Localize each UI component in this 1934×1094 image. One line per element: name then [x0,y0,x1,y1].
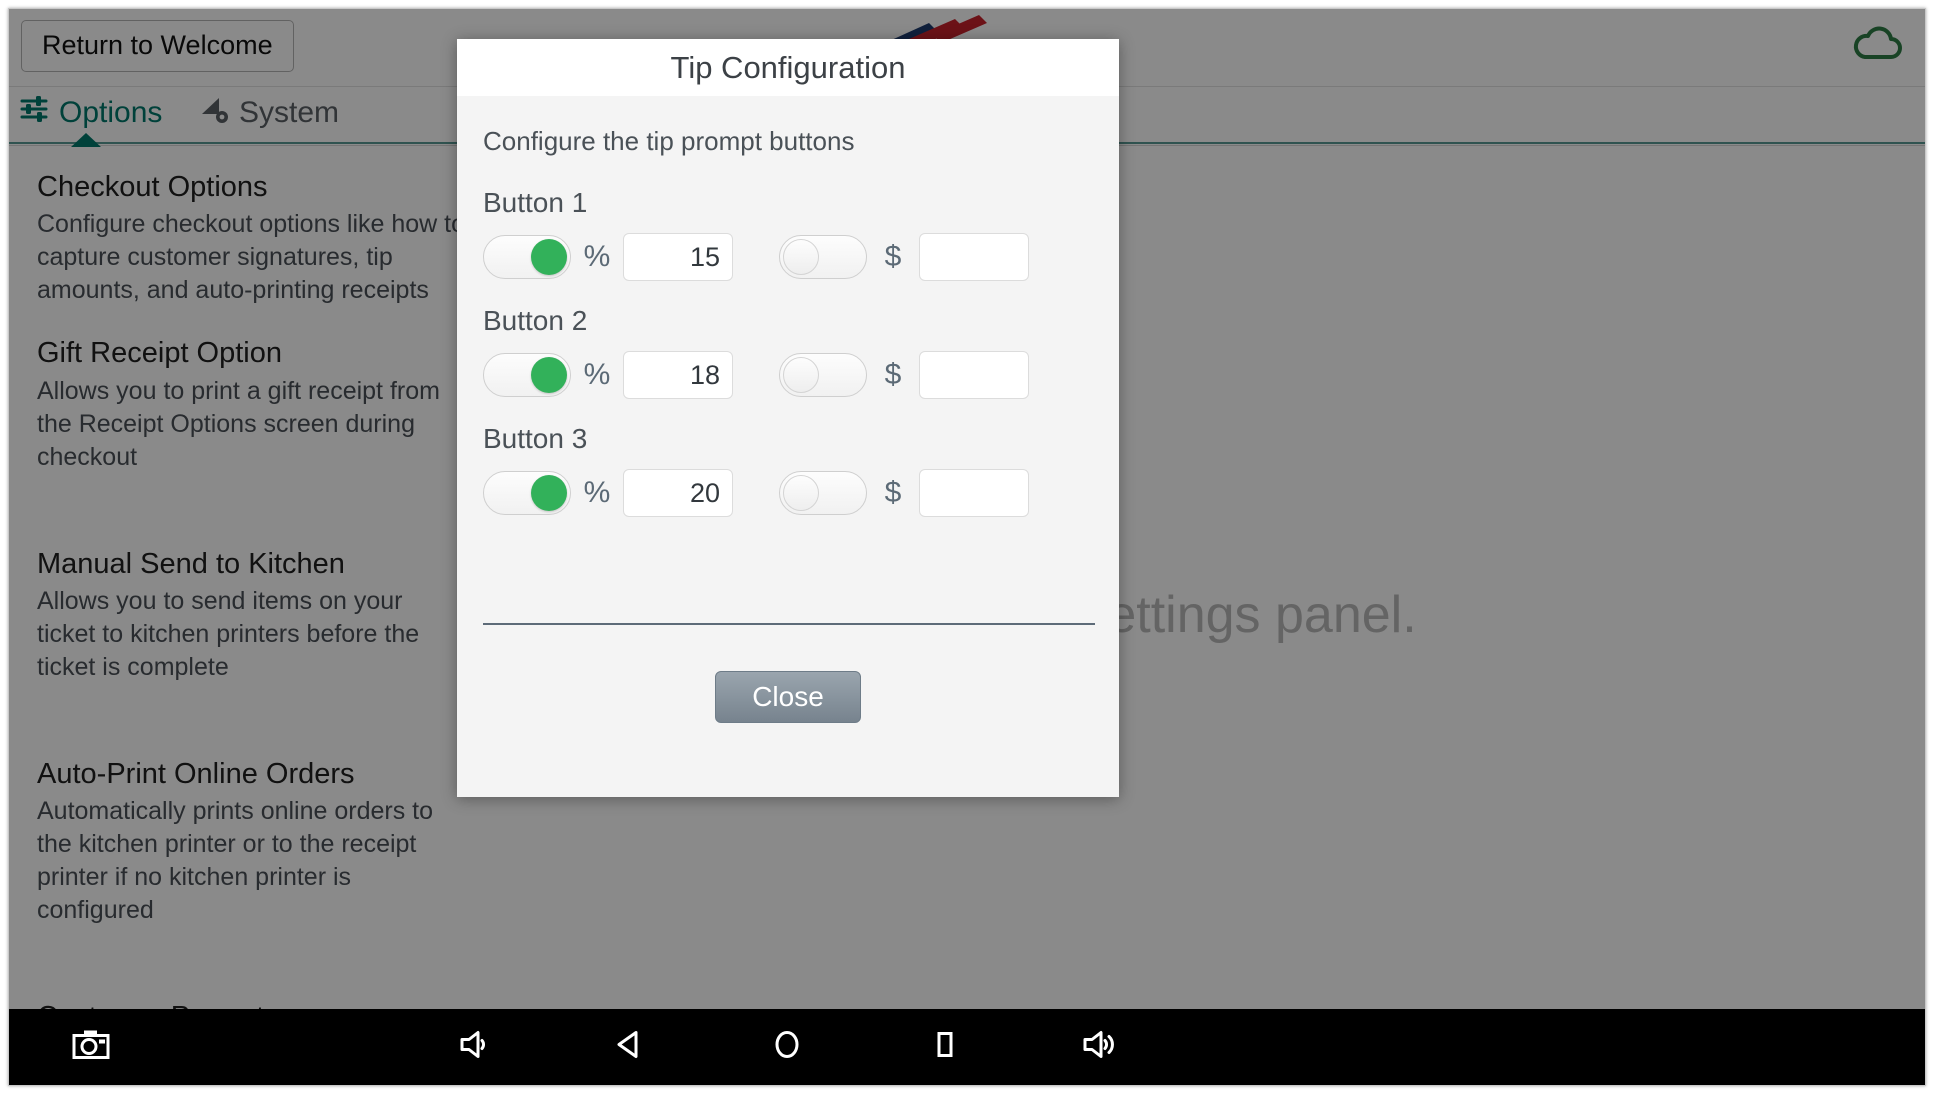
tip-2-percent-input[interactable]: 18 [623,351,733,399]
dollar-symbol: $ [884,358,902,391]
tip-3-percent-toggle[interactable] [483,471,571,515]
cloud-icon[interactable] [1851,23,1905,65]
tab-system[interactable]: System [199,94,339,132]
close-button[interactable]: Close [715,671,861,723]
percent-symbol: % [583,240,611,273]
tip-3-dollar-input[interactable] [919,469,1029,517]
dollar-symbol: $ [884,240,902,273]
volume-up-icon[interactable] [1079,1029,1119,1066]
dialog-divider [483,623,1095,625]
back-icon[interactable] [613,1029,645,1066]
screen-root: Return to Welcome Options System Checkou… [0,0,1934,1094]
sliders-icon [19,94,49,132]
tip-button-3-label: Button 3 [483,423,588,454]
tab-system-label: System [239,96,340,129]
tip-button-1-row: % 15 $ [483,233,1093,281]
toggle-knob [531,475,567,511]
dollar-symbol: $ [884,476,902,509]
tip-2-percent-toggle[interactable] [483,353,571,397]
dialog-subtitle: Configure the tip prompt buttons [483,126,855,156]
tip-configuration-dialog: Tip Configuration Configure the tip prom… [457,39,1119,797]
tab-options[interactable]: Options [19,94,162,132]
percent-symbol: % [583,476,611,509]
tip-2-dollar-toggle[interactable] [779,353,867,397]
dialog-title: Tip Configuration [670,49,906,85]
setting-description: Allows you to print a gift receipt from … [37,376,440,471]
setting-description: Configure checkout options like how to c… [37,210,466,305]
android-nav-bar [9,1009,1925,1085]
volume-down-icon[interactable] [456,1029,492,1066]
tip-1-dollar-input[interactable] [919,233,1029,281]
system-gear-icon [199,94,229,132]
tip-1-dollar-toggle[interactable] [779,235,867,279]
tip-button-group-2: Button 2 % 18 $ [483,305,1093,399]
percent-symbol: % [583,358,611,391]
tab-options-label: Options [59,96,163,129]
tip-2-dollar-input[interactable] [919,351,1029,399]
dialog-title-bar: Tip Configuration [457,39,1119,96]
tip-3-percent-input[interactable]: 20 [623,469,733,517]
tip-button-group-1: Button 1 % 15 $ [483,187,1093,281]
setting-description: Automatically prints online orders to th… [37,797,434,925]
tip-button-2-label: Button 2 [483,305,588,336]
tip-button-2-row: % 18 $ [483,351,1093,399]
return-to-welcome-button[interactable]: Return to Welcome [21,20,294,72]
recents-icon[interactable] [929,1029,961,1066]
tip-button-group-3: Button 3 % 20 $ [483,423,1093,517]
toggle-knob [531,357,567,393]
tab-active-caret [71,133,101,147]
tip-button-1-label: Button 1 [483,187,588,218]
toggle-knob [783,475,819,511]
home-icon[interactable] [771,1029,803,1066]
toggle-knob [783,239,819,275]
toggle-knob [531,239,567,275]
setting-description: Allows you to send items on your ticket … [37,587,420,682]
tip-button-3-row: % 20 $ [483,469,1093,517]
dialog-body: Configure the tip prompt buttons Button … [457,96,1119,741]
tip-1-percent-input[interactable]: 15 [623,233,733,281]
screenshot-camera-icon[interactable] [71,1029,111,1066]
tip-3-dollar-toggle[interactable] [779,471,867,515]
toggle-knob [783,357,819,393]
tip-1-percent-toggle[interactable] [483,235,571,279]
app-window: Return to Welcome Options System Checkou… [8,8,1926,1086]
